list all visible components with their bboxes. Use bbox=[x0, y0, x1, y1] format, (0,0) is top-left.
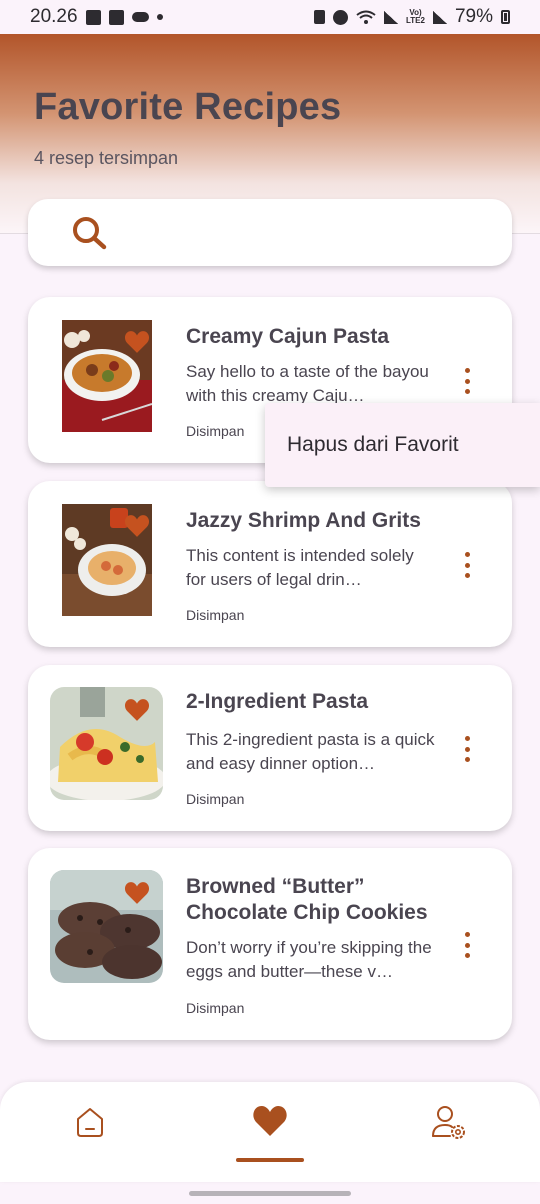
nav-home[interactable] bbox=[72, 1104, 108, 1140]
saved-label: Disimpan bbox=[186, 607, 245, 623]
recipe-title: Creamy Cajun Pasta bbox=[186, 325, 390, 348]
status-bar-left: 20.26 bbox=[30, 6, 163, 28]
battery-icon bbox=[501, 10, 510, 24]
wifi-icon bbox=[356, 10, 376, 24]
bottom-navigation bbox=[0, 1082, 540, 1182]
user-settings-icon bbox=[432, 1106, 465, 1139]
recipe-card[interactable]: 2-Ingredient Pasta This 2-ingredient pas… bbox=[28, 665, 512, 831]
gesture-home-bar[interactable] bbox=[189, 1191, 351, 1196]
active-tab-indicator bbox=[236, 1158, 304, 1162]
search-bar[interactable] bbox=[28, 199, 512, 266]
more-options-icon[interactable] bbox=[462, 552, 472, 578]
more-notifications-icon bbox=[156, 14, 163, 20]
recipe-card[interactable]: Browned “Butter” Chocolate Chip Cookies … bbox=[28, 848, 512, 1040]
favorite-heart-icon[interactable] bbox=[124, 330, 150, 354]
volte-icon: Vo) LTE2 bbox=[406, 8, 425, 25]
alarm-icon bbox=[333, 9, 348, 25]
recipe-title: Browned “Butter” Chocolate Chip Cookies bbox=[186, 875, 428, 924]
recipe-card[interactable]: Jazzy Shrimp And Grits This content is i… bbox=[28, 481, 512, 647]
recipe-description: This content is intended solely for user… bbox=[186, 546, 414, 589]
status-bar-right: Vo) LTE2 79% bbox=[314, 6, 510, 28]
remove-from-favorites-menu-item[interactable]: Hapus dari Favorit bbox=[287, 433, 459, 457]
recipe-description: This 2-ingredient pasta is a quick and e… bbox=[186, 730, 435, 773]
recipe-description: Don’t worry if you’re skipping the eggs … bbox=[186, 938, 432, 981]
search-icon bbox=[73, 216, 107, 249]
search-input[interactable] bbox=[122, 222, 502, 243]
home-icon bbox=[77, 1108, 103, 1137]
recipe-description: Say hello to a taste of the bayou with t… bbox=[186, 362, 429, 405]
shopping-notification-icon bbox=[108, 9, 124, 25]
saved-label: Disimpan bbox=[186, 423, 245, 439]
signal-2-icon bbox=[432, 10, 447, 24]
status-bar: 20.26 Vo) LTE2 79% bbox=[0, 0, 540, 34]
nav-profile-settings[interactable] bbox=[430, 1104, 466, 1140]
saved-count: 4 resep tersimpan bbox=[34, 148, 179, 168]
signal-icon bbox=[384, 10, 398, 24]
favorite-heart-icon[interactable] bbox=[124, 514, 150, 538]
recipe-title: 2-Ingredient Pasta bbox=[186, 690, 369, 713]
page-title: Favorite Recipes bbox=[34, 86, 342, 128]
heart-icon bbox=[253, 1106, 287, 1136]
more-options-icon[interactable] bbox=[462, 368, 472, 394]
lock-icon bbox=[314, 10, 325, 24]
favorite-heart-icon[interactable] bbox=[124, 698, 150, 722]
saved-label: Disimpan bbox=[186, 1000, 245, 1016]
favorite-heart-icon[interactable] bbox=[124, 881, 150, 905]
battery-percent: 79% bbox=[454, 6, 493, 27]
gallery-notification-icon bbox=[85, 9, 101, 25]
card-options-menu: Hapus dari Favorit bbox=[265, 403, 540, 487]
cloud-icon bbox=[131, 12, 149, 22]
more-options-icon[interactable] bbox=[462, 932, 472, 958]
nav-favorites[interactable] bbox=[252, 1104, 288, 1140]
recipe-title: Jazzy Shrimp And Grits bbox=[186, 509, 421, 532]
more-options-icon[interactable] bbox=[462, 736, 472, 762]
status-time: 20.26 bbox=[30, 6, 78, 27]
saved-label: Disimpan bbox=[186, 791, 245, 807]
